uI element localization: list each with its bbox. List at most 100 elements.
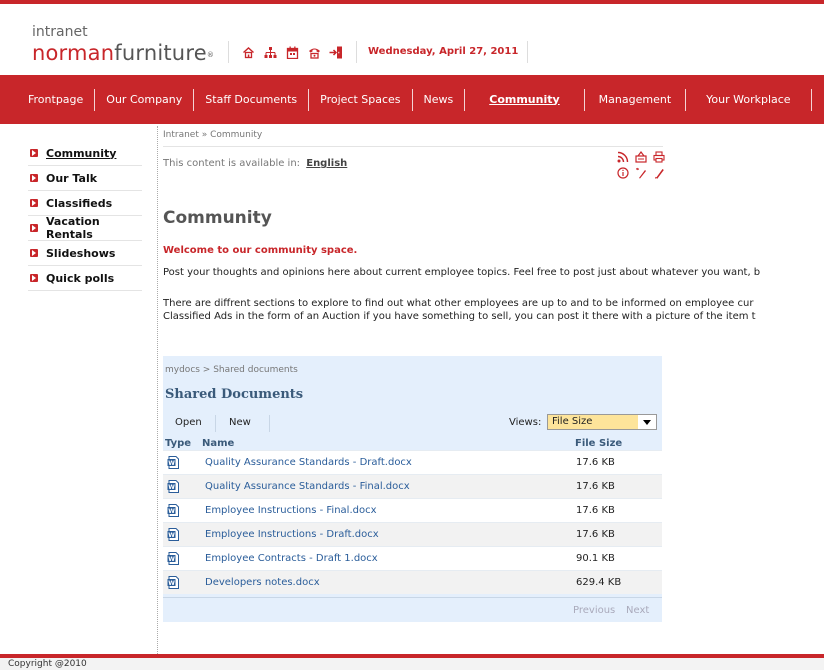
views-select[interactable]: File Size — [547, 414, 657, 430]
nav-our-company[interactable]: Our Company — [95, 88, 195, 111]
document-name-link[interactable]: Developers notes.docx — [205, 577, 320, 588]
nav-news[interactable]: News — [413, 88, 466, 111]
bullet-arrow-icon — [30, 224, 38, 232]
nav-project-spaces[interactable]: Project Spaces — [309, 88, 413, 111]
docs-toolbar: Open New Views: File Size — [163, 412, 662, 434]
bullet-arrow-icon — [30, 149, 38, 157]
word-document-icon: W — [167, 456, 180, 469]
sidebar-item-label: Our Talk — [46, 171, 98, 185]
document-name-link[interactable]: Employee Contracts - Draft 1.docx — [205, 553, 378, 564]
pager: Previous Next — [163, 597, 662, 622]
logo-part-furniture: furniture — [114, 41, 207, 65]
page-tools — [605, 149, 665, 181]
registered-mark: ® — [206, 51, 215, 59]
nav-your-workplace[interactable]: Your Workplace — [686, 88, 812, 111]
document-file-size: 17.6 KB — [576, 457, 615, 468]
sidebar-item-label: Classifieds — [46, 196, 113, 210]
sidebar-item-slideshows[interactable]: Slideshows — [28, 241, 142, 266]
logout-icon[interactable] — [329, 45, 343, 59]
current-date: Wednesday, April 27, 2011 — [368, 46, 519, 57]
sidebar-item-our-talk[interactable]: Our Talk — [28, 166, 142, 191]
sidebar-item-label: Slideshows — [46, 246, 116, 260]
header-divider — [228, 41, 229, 63]
toolbar-divider — [215, 415, 216, 432]
table-row[interactable]: W Developers notes.docx 629.4 KB — [163, 570, 662, 594]
shared-documents-panel: mydocs > Shared documents Shared Documen… — [163, 356, 662, 622]
copyright: Copyright @2010 — [8, 659, 87, 669]
logo-intranet-text: intranet — [32, 24, 88, 40]
svg-text:W: W — [168, 508, 175, 515]
nav-management[interactable]: Management — [585, 88, 687, 111]
welcome-heading: Welcome to our community space. — [163, 245, 358, 256]
home-icon[interactable] — [241, 45, 255, 59]
svg-text:W: W — [168, 580, 175, 587]
sidebar-item-classifieds[interactable]: Classifieds — [28, 191, 142, 216]
sidebar-item-community[interactable]: Community — [28, 141, 142, 166]
footer: Copyright @2010 — [0, 658, 824, 670]
logo[interactable]: normanfurniture® — [32, 42, 214, 64]
svg-text:W: W — [168, 532, 175, 539]
word-document-icon: W — [167, 528, 180, 541]
nav-frontpage[interactable]: Frontpage — [0, 88, 96, 111]
breadcrumb: Intranet » Community — [163, 130, 263, 140]
phone-icon[interactable] — [307, 45, 321, 59]
document-file-size: 17.6 KB — [576, 529, 615, 540]
document-file-size: 17.6 KB — [576, 481, 615, 492]
previous-page-link[interactable]: Previous — [573, 605, 615, 616]
header-divider — [527, 41, 528, 63]
views-label: Views: — [509, 417, 542, 428]
word-document-icon: W — [167, 504, 180, 517]
table-row[interactable]: W Employee Instructions - Final.docx 17.6 … — [163, 498, 662, 522]
chevron-down-icon[interactable] — [638, 415, 656, 429]
document-name-link[interactable]: Quality Assurance Standards - Final.docx — [205, 481, 410, 492]
document-list: W Quality Assurance Standards - Draft.doc… — [163, 450, 662, 594]
nav-community[interactable]: Community — [465, 88, 585, 111]
edit-icon[interactable] — [653, 167, 665, 179]
header: intranet normanfurniture® Wednesday, Apr… — [0, 4, 824, 70]
info-icon[interactable] — [617, 167, 629, 179]
sections-paragraph-line-1: There are diffrent sections to explore t… — [163, 298, 754, 309]
language-link-english[interactable]: English — [306, 158, 347, 169]
sidebar-item-label: Vacation Rentals — [46, 215, 100, 241]
sitemap-icon[interactable] — [263, 45, 277, 59]
svg-text:W: W — [168, 484, 175, 491]
word-document-icon: W — [167, 576, 180, 589]
main-content: Intranet » Community This content is ava… — [163, 126, 824, 654]
next-page-link[interactable]: Next — [626, 605, 649, 616]
page-title: Community — [163, 208, 272, 228]
nav-staff-documents[interactable]: Staff Documents — [194, 88, 310, 111]
sidebar-item-quick-polls[interactable]: Quick polls — [28, 266, 142, 291]
language-availability: This content is available in: English — [163, 158, 347, 169]
table-row[interactable]: W Employee Contracts - Draft 1.docx 90.1 K… — [163, 546, 662, 570]
word-document-icon: W — [167, 480, 180, 493]
language-availability-label: This content is available in: — [163, 158, 301, 169]
sidebar-item-vacation-rentals[interactable]: Vacation Rentals — [28, 215, 142, 241]
column-header-name[interactable]: Name — [202, 438, 234, 449]
document-name-link[interactable]: Employee Instructions - Final.docx — [205, 505, 377, 516]
open-button[interactable]: Open — [175, 412, 202, 434]
document-name-link[interactable]: Employee Instructions - Draft.docx — [205, 529, 379, 540]
sidebar-item-label: Quick polls — [46, 271, 115, 285]
svg-text:W: W — [168, 556, 175, 563]
table-row[interactable]: W Employee Instructions - Draft.docx 17.6 … — [163, 522, 662, 546]
header-icon-bar — [241, 44, 343, 60]
table-row[interactable]: W Quality Assurance Standards - Draft.doc… — [163, 450, 662, 474]
new-edit-icon[interactable] — [635, 167, 647, 179]
bullet-arrow-icon — [30, 174, 38, 182]
document-name-link[interactable]: Quality Assurance Standards - Draft.docx — [205, 457, 412, 468]
main-nav: Frontpage Our Company Staff Documents Pr… — [0, 75, 824, 124]
calendar-icon[interactable] — [285, 45, 299, 59]
column-header-type[interactable]: Type — [165, 438, 191, 449]
column-header-file-size[interactable]: File Size — [575, 438, 622, 449]
new-button[interactable]: New — [229, 412, 251, 434]
rss-icon[interactable] — [617, 151, 629, 163]
print-icon[interactable] — [653, 151, 665, 163]
docs-breadcrumb: mydocs > Shared documents — [165, 365, 298, 375]
share-icon[interactable] — [635, 151, 647, 163]
bullet-arrow-icon — [30, 199, 38, 207]
toolbar-divider — [269, 415, 270, 432]
document-file-size: 629.4 KB — [576, 577, 622, 588]
docs-title: Shared Documents — [165, 387, 304, 402]
svg-text:W: W — [168, 460, 175, 467]
table-row[interactable]: W Quality Assurance Standards - Final.doc… — [163, 474, 662, 498]
